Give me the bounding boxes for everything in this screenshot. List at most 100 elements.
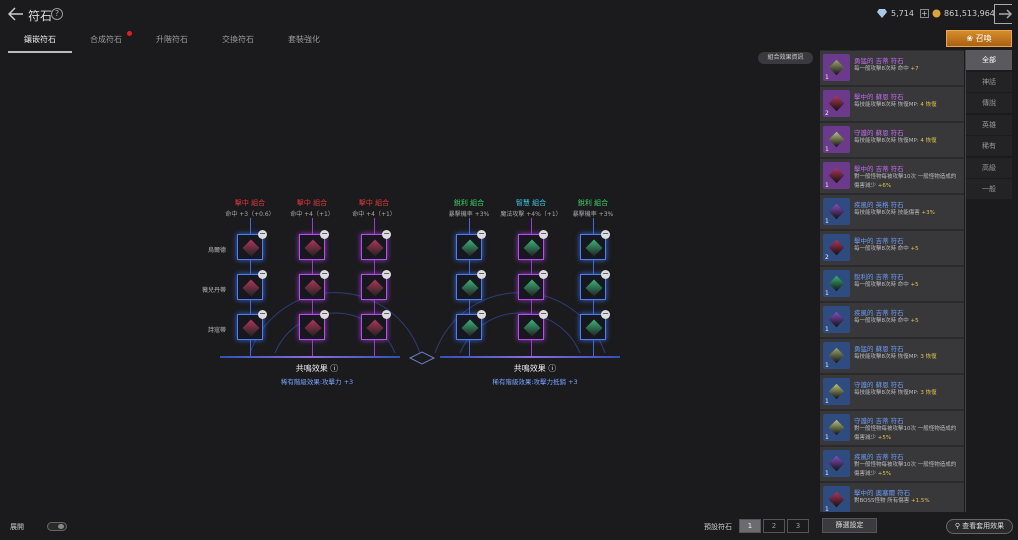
notification-dot [127,31,132,36]
rune-slot[interactable]: − [580,230,610,260]
grade-tab[interactable]: 高級 [966,157,1012,178]
rune-slot[interactable]: − [518,230,548,260]
tab-upgrade-rune[interactable]: 升階符石 [140,34,204,53]
tab-combine-rune[interactable]: 合成符石 [74,31,138,53]
remove-rune-icon[interactable]: − [382,310,391,319]
rune-gem-icon [304,319,322,337]
rune-slot[interactable]: − [237,270,267,300]
rune-slot[interactable]: − [456,230,486,260]
rune-slot[interactable]: − [299,230,329,260]
preset-button[interactable]: 1 [739,519,761,533]
rune-count: 1 [825,290,829,297]
exit-icon[interactable] [994,4,1013,24]
rune-list-item[interactable]: 2 擊中的 蘇恩 符石 每技能攻擊8次時 恢復MP: 4 恢復 [820,87,964,121]
remove-rune-icon[interactable]: − [382,230,391,239]
grade-tab[interactable]: 神話 [966,71,1012,92]
rune-gem-icon [523,319,541,337]
rune-gem-icon [366,279,384,297]
rune-list-item[interactable]: 1 銳利的 吉蒂 符石 每一般攻擊8次時 命中 +5 [820,267,964,301]
rune-list-item[interactable]: 2 擊中的 吉蒂 符石 每一般攻擊8次時 命中 +5 [820,231,964,265]
view-applied-effect-button[interactable]: ⚲ 查看套用效果 [946,519,1013,534]
rune-desc-wrap: 每一般攻擊8次時 命中 +7 [854,65,960,74]
remove-rune-icon[interactable]: − [477,270,486,279]
add-diamond-button[interactable]: + [919,9,929,18]
remove-rune-icon[interactable]: − [539,230,548,239]
rune-slot[interactable]: − [518,310,548,340]
preset-button[interactable]: 3 [787,519,809,533]
back-arrow-icon[interactable] [8,7,24,21]
grade-tab[interactable]: 英雄 [966,114,1012,135]
tab-set-enhance[interactable]: 套裝強化 [272,34,336,53]
rune-slot[interactable]: − [237,230,267,260]
remove-rune-icon[interactable]: − [258,270,267,279]
combo-effect: 命中 +3（+0.6） [225,211,275,218]
rune-list-item[interactable]: 1 守護的 吉蒂 符石 對一般怪物每被攻擊10次 一般怪物造成的傷害減少 +5% [820,411,964,445]
rune-desc-wrap: 每一般攻擊8次時 命中 +5 [854,317,960,326]
remove-rune-icon[interactable]: − [477,310,486,319]
rune-name: 擊中的 奧塞爾 符石 [854,489,911,497]
rune-slot[interactable]: − [299,310,329,340]
grade-tab[interactable]: 全部 [966,50,1012,70]
board-divider-left [220,356,400,358]
remove-rune-icon[interactable]: − [539,270,548,279]
remove-rune-icon[interactable]: − [382,270,391,279]
rune-gem-icon [242,239,260,257]
help-icon[interactable]: ? [51,8,63,20]
rune-count: 1 [825,398,829,405]
rune-desc-wrap: 對一般怪物每被攻擊10次 一般怪物造成的傷害減少 +6% [854,173,960,191]
page-title: 符石 [28,9,53,23]
rune-name: 疾風的 英格 符石 [854,201,904,209]
rune-slot[interactable]: − [456,310,486,340]
remove-rune-icon[interactable]: − [601,270,610,279]
rune-list-item[interactable]: 1 勇猛的 蘇恩 符石 每技能攻擊8次時 恢復MP: 3 恢復 [820,339,964,373]
rune-slot[interactable]: − [237,310,267,340]
rune-list-item[interactable]: 1 守護的 蘇恩 符石 每技能攻擊8次時 恢復MP: 3 恢復 [820,375,964,409]
remove-rune-icon[interactable]: − [258,230,267,239]
rune-slot[interactable]: − [580,310,610,340]
remove-rune-icon[interactable]: − [258,310,267,319]
combo-name: 銳利 組合 [577,199,609,207]
remove-rune-icon[interactable]: − [320,270,329,279]
rune-list-item[interactable]: 1 勇猛的 吉蒂 符石 每一般攻擊8次時 命中 +7 [820,51,964,85]
rune-list-item[interactable]: 1 疾風的 英格 符石 每技能攻擊8次時 技能傷害 +3% [820,195,964,229]
rune-list-item[interactable]: 1 疾風的 吉蒂 符石 每一般攻擊8次時 命中 +5 [820,303,964,337]
grade-tab[interactable]: 一般 [966,179,1012,199]
rune-list-item[interactable]: 1 守護的 蘇恩 符石 每技能攻擊8次時 恢復MP: 4 恢復 [820,123,964,157]
rune-desc: 每一般攻擊8次時 命中 [854,246,909,252]
filter-settings-button[interactable]: 篩選設定 [822,518,877,533]
rune-slot[interactable]: − [580,270,610,300]
rune-slot[interactable]: − [456,270,486,300]
remove-rune-icon[interactable]: − [539,310,548,319]
rune-gem-icon [304,279,322,297]
rune-gem-icon [828,59,845,76]
expand-toggle[interactable] [47,522,67,531]
summon-button[interactable]: ❀ 召喚 [946,30,1012,47]
rune-desc-wrap: 每技能攻擊8次時 恢復MP: 3 恢復 [854,389,960,398]
tab-label: 合成符石 [90,35,122,44]
rune-bonus: +7 [910,66,919,72]
rune-slot[interactable]: − [361,270,391,300]
remove-rune-icon[interactable]: − [601,230,610,239]
tab-exchange-rune[interactable]: 交換符石 [206,34,270,53]
rune-slot[interactable]: − [361,230,391,260]
rune-slot[interactable]: − [299,270,329,300]
rune-list-item[interactable]: 1 疾風的 吉蒂 符石 對一般怪物每被攻擊10次 一般怪物造成的傷害減少 +5% [820,447,964,481]
rune-gem-icon [523,279,541,297]
rune-list-item[interactable]: 1 擊中的 奧塞爾 符石 對BOSS怪物 所有傷害 +1.5% [820,483,964,512]
rune-list-item[interactable]: 1 擊中的 吉蒂 符石 對一般怪物每被攻擊10次 一般怪物造成的傷害減少 +6% [820,159,964,193]
remove-rune-icon[interactable]: − [477,230,486,239]
rune-gem-icon [828,383,845,400]
rune-slot[interactable]: − [518,270,548,300]
rune-slot[interactable]: − [361,310,391,340]
combo-effect-info-button[interactable]: 組合效果資訊 [758,52,813,64]
grade-tab[interactable]: 稀有 [966,136,1012,156]
grade-tab[interactable]: 傳說 [966,93,1012,113]
rune-count: 1 [825,506,829,512]
preset-button[interactable]: 2 [763,519,785,533]
remove-rune-icon[interactable]: − [601,310,610,319]
row-label: 詩寇蒂 [207,327,226,334]
diamond-currency: 5,714 + [876,9,929,18]
tab-socket-rune[interactable]: 鑲嵌符石 [8,34,72,53]
remove-rune-icon[interactable]: − [320,230,329,239]
remove-rune-icon[interactable]: − [320,310,329,319]
